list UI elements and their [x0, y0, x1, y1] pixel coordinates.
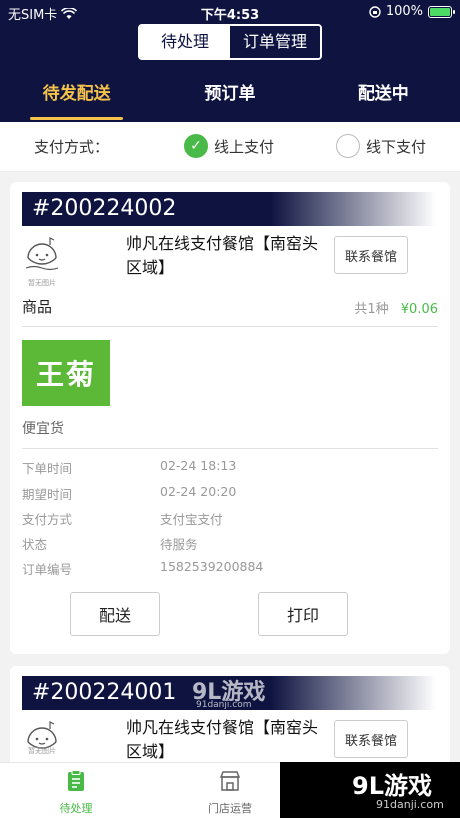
nav-store-operations[interactable]: 门店运营	[180, 769, 280, 816]
clipboard-icon	[68, 770, 84, 791]
tab-delivering[interactable]: 配送中	[307, 76, 460, 122]
segment-order-management[interactable]: 订单管理	[230, 26, 320, 58]
radio-offline-payment[interactable]: 线下支付	[336, 134, 426, 158]
battery-percent: 100%	[385, 4, 423, 19]
logo-caption: 暂无图片	[28, 279, 56, 287]
print-button[interactable]: 打印	[258, 592, 348, 636]
product-image: 王菊	[22, 340, 110, 406]
info-value: 待服务	[160, 537, 198, 552]
info-value: 02-24 18:13	[160, 458, 237, 473]
divider	[22, 448, 438, 449]
status-bar: 无SIM卡 下午4:53 100%	[0, 0, 460, 24]
radio-empty-icon	[336, 134, 360, 158]
shop-name: 帅凡在线支付餐馆【南窑头区域】	[126, 234, 319, 277]
shop-logo-icon	[25, 237, 59, 271]
watermark-overlay-sub: 91danji.com	[196, 700, 252, 710]
order-card: #200224002 暂无图片 帅凡在线支付餐馆【南窑头区域】 联系餐馆 商品 …	[10, 182, 450, 654]
shop-name: 帅凡在线支付餐馆【南窑头区域】	[126, 718, 319, 761]
info-key: 支付方式	[22, 512, 73, 527]
view-switch: 待处理 订单管理	[138, 24, 322, 60]
nav-pending-label: 待处理	[59, 802, 93, 815]
tab-pending-delivery[interactable]: 待发配送	[0, 76, 153, 122]
order-number: #200224002	[22, 192, 436, 226]
product-name: 便宜货	[22, 421, 64, 437]
nav-pending[interactable]: 待处理	[26, 769, 126, 816]
order-tabs: 待发配送 预订单 配送中	[0, 76, 460, 122]
logo-caption: 暂无图片	[28, 747, 56, 755]
radio-online-label: 线上支付	[214, 137, 275, 156]
payment-label: 支付方式：	[34, 138, 110, 156]
info-key: 期望时间	[22, 487, 73, 502]
info-value: 02-24 20:20	[160, 484, 237, 499]
deliver-button[interactable]: 配送	[70, 592, 160, 636]
info-key: 状态	[22, 537, 48, 552]
check-icon: ✓	[184, 134, 208, 158]
app-header: 无SIM卡 下午4:53 100% 待处理 订单管理 待发配送 预订单 配送中	[0, 0, 460, 122]
info-value: 支付宝支付	[160, 512, 223, 527]
tab-preorders[interactable]: 预订单	[153, 76, 306, 122]
watermark-sub: 91danji.com	[376, 798, 444, 811]
goods-title: 商品	[22, 298, 53, 316]
info-key: 订单编号	[22, 562, 73, 577]
radio-online-payment[interactable]: ✓ 线上支付	[184, 134, 274, 158]
info-key: 下单时间	[22, 461, 73, 476]
contact-restaurant-button[interactable]: 联系餐馆	[334, 236, 408, 274]
battery-icon	[428, 5, 455, 18]
watermark-logo: 9L游戏 91danji.com	[280, 762, 460, 818]
watermark-main: 9L游戏	[352, 772, 432, 800]
segment-pending[interactable]: 待处理	[140, 26, 230, 58]
info-value: 1582539200884	[160, 559, 264, 574]
nav-store-label: 门店运营	[208, 802, 252, 815]
goods-price: ¥0.06	[400, 302, 438, 317]
radio-offline-label: 线下支付	[366, 137, 427, 156]
store-icon	[219, 771, 241, 791]
contact-restaurant-button[interactable]: 联系餐馆	[334, 720, 408, 758]
divider	[22, 326, 438, 327]
goods-count: 共1种	[354, 302, 389, 317]
orientation-lock-icon	[369, 5, 381, 18]
goods-summary: 共1种 ¥0.06	[354, 298, 438, 317]
payment-filter: 支付方式： ✓ 线上支付 线下支付	[0, 122, 460, 172]
